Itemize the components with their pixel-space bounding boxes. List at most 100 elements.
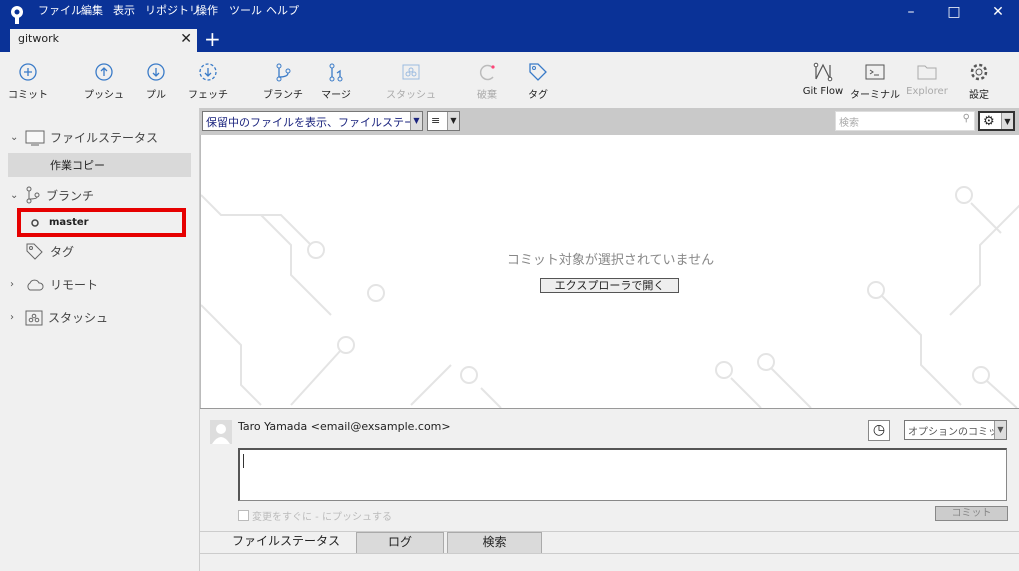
sidebar-file-status[interactable]: ⌄ ファイルステータス xyxy=(10,129,158,146)
branch-label: ブランチ xyxy=(263,90,303,101)
chevron-right-icon: › xyxy=(10,312,14,323)
tab-search[interactable]: 検索 xyxy=(447,532,542,554)
menu-repository[interactable]: リポジトリ xyxy=(145,2,200,18)
git-flow-button[interactable]: Git Flow xyxy=(793,62,853,97)
sidebar-item-working-copy[interactable]: 作業コピー xyxy=(8,153,191,177)
tag-label: タグ xyxy=(528,90,548,101)
tag-icon xyxy=(529,63,547,81)
new-tab-button[interactable]: + xyxy=(204,27,221,51)
sidebar-remotes[interactable]: › リモート xyxy=(10,276,98,293)
minimize-button[interactable]: – xyxy=(896,4,926,20)
settings-button[interactable]: 設定 xyxy=(949,62,1009,101)
chevron-down-icon: ▼ xyxy=(1001,113,1013,129)
author-label: Taro Yamada <email@exsample.com> xyxy=(238,420,451,433)
title-bar: ファイル 編集 表示 リポジトリ 操作 ツール ヘルプ – □ ✕ gitwor… xyxy=(0,0,1019,52)
gear-icon xyxy=(970,63,988,81)
status-bar xyxy=(200,553,1019,571)
push-label: プッシュ xyxy=(84,90,124,101)
avatar xyxy=(210,420,232,444)
sidebar xyxy=(0,108,200,571)
branch-button[interactable]: ブランチ xyxy=(253,62,313,101)
stashes-label: スタッシュ xyxy=(48,311,109,325)
menu-view[interactable]: 表示 xyxy=(113,2,135,18)
view-mode-select[interactable]: ≡ ▼ xyxy=(427,111,460,131)
pull-button[interactable]: プル xyxy=(126,62,186,101)
explorer-label: Explorer xyxy=(906,86,948,97)
open-in-explorer-button[interactable]: エクスプローラで開く xyxy=(540,278,679,293)
file-status-label: ファイルステータス xyxy=(50,131,159,145)
commit-panel: Taro Yamada <email@exsample.com> ◷ オプション… xyxy=(200,408,1019,531)
explorer-button[interactable]: Explorer xyxy=(897,62,957,97)
search-input[interactable]: 検索 ⚲ xyxy=(835,111,975,131)
search-placeholder: 検索 xyxy=(839,118,859,129)
stash-icon xyxy=(25,310,43,325)
close-window-button[interactable]: ✕ xyxy=(983,4,1013,20)
sidebar-stashes[interactable]: › スタッシュ xyxy=(10,309,108,326)
bottom-tabs: ファイルステータス ログ 検索 xyxy=(200,531,1019,554)
fetch-button[interactable]: フェッチ xyxy=(178,62,238,101)
stash-icon xyxy=(402,64,420,80)
branch-icon xyxy=(26,186,40,204)
search-icon: ⚲ xyxy=(962,113,970,124)
checkbox-box xyxy=(238,510,249,521)
commit-button[interactable]: コミット xyxy=(0,62,58,101)
arrow-up-circle-icon xyxy=(95,63,113,81)
sourcetree-logo-icon xyxy=(11,6,23,24)
folder-icon xyxy=(917,65,937,80)
merge-button[interactable]: マージ xyxy=(306,62,366,101)
commit-history-button[interactable]: ◷ xyxy=(868,420,890,441)
close-tab-icon[interactable]: ✕ xyxy=(180,31,192,47)
tags-label: タグ xyxy=(50,244,75,259)
commit-label: コミット xyxy=(8,90,48,101)
menu-actions[interactable]: 操作 xyxy=(196,2,218,18)
push-immediately-label: 変更をすぐに - にプッシュする xyxy=(252,512,392,523)
stash-label: スタッシュ xyxy=(386,90,436,101)
settings-label: 設定 xyxy=(969,90,989,101)
menu-file[interactable]: ファイル xyxy=(38,2,82,18)
stash-button[interactable]: スタッシュ xyxy=(381,62,441,101)
git-flow-label: Git Flow xyxy=(802,86,844,97)
tag-button[interactable]: タグ xyxy=(508,62,568,101)
git-flow-icon xyxy=(813,62,833,82)
push-immediately-checkbox[interactable]: 変更をすぐに - にプッシュする xyxy=(238,508,392,523)
toolbar: コミット プッシュ プル フェッチ ブランチ マージ スタッシュ 破棄 タグ G… xyxy=(0,52,1019,108)
branch-item-master[interactable]: master xyxy=(17,208,186,237)
discard-label: 破棄 xyxy=(477,90,497,101)
menu-edit[interactable]: 編集 xyxy=(81,2,103,18)
commit-submit-button[interactable]: コミット xyxy=(935,506,1008,521)
search-options-button[interactable]: ⚙ ▼ xyxy=(978,111,1015,131)
merge-icon xyxy=(329,63,343,82)
maximize-button[interactable]: □ xyxy=(939,4,969,20)
chevron-down-icon: ▼ xyxy=(994,421,1006,439)
chevron-down-icon: ⌄ xyxy=(10,132,19,143)
circuit-background-decoration xyxy=(201,186,1019,408)
list-icon: ≡ xyxy=(431,114,441,127)
terminal-button[interactable]: ターミナル xyxy=(845,62,905,101)
merge-label: マージ xyxy=(321,90,351,101)
repo-tab[interactable]: gitwork ✕ xyxy=(10,29,197,52)
tag-icon xyxy=(26,243,43,260)
menu-tools[interactable]: ツール xyxy=(229,2,262,18)
empty-message: コミット対象が選択されていません xyxy=(506,253,715,268)
chevron-right-icon: › xyxy=(10,279,14,290)
terminal-label: ターミナル xyxy=(850,90,900,101)
filter-bar: 保留中のファイルを表示、ファイルステータス順▼ ≡▼ 検索⚲ ⚙▼ xyxy=(200,108,1019,135)
file-status-panel: コミット対象が選択されていません エクスプローラで開く xyxy=(200,135,1019,408)
sidebar-tags[interactable]: タグ xyxy=(25,242,74,260)
menu-help[interactable]: ヘルプ xyxy=(266,2,299,18)
commit-options-select[interactable]: オプションのコミット ▼ xyxy=(904,420,1007,440)
plus-circle-icon xyxy=(19,63,37,81)
clock-icon: ◷ xyxy=(872,422,886,438)
sidebar-branches[interactable]: ⌄ ブランチ xyxy=(10,186,94,204)
gear-icon: ⚙ xyxy=(983,114,995,129)
fetch-icon xyxy=(199,63,217,81)
branches-label: ブランチ xyxy=(46,188,95,203)
commit-message-input[interactable] xyxy=(238,448,1007,501)
push-button[interactable]: プッシュ xyxy=(74,62,134,101)
tab-file-status[interactable]: ファイルステータス xyxy=(210,532,350,554)
chevron-down-icon: ⌄ xyxy=(10,189,19,201)
file-filter-select[interactable]: 保留中のファイルを表示、ファイルステータス順▼ xyxy=(202,111,423,131)
file-filter-value: 保留中のファイルを表示、ファイルステータス順 xyxy=(206,116,422,129)
repo-tab-title: gitwork xyxy=(18,32,59,45)
tab-log[interactable]: ログ xyxy=(356,532,444,554)
